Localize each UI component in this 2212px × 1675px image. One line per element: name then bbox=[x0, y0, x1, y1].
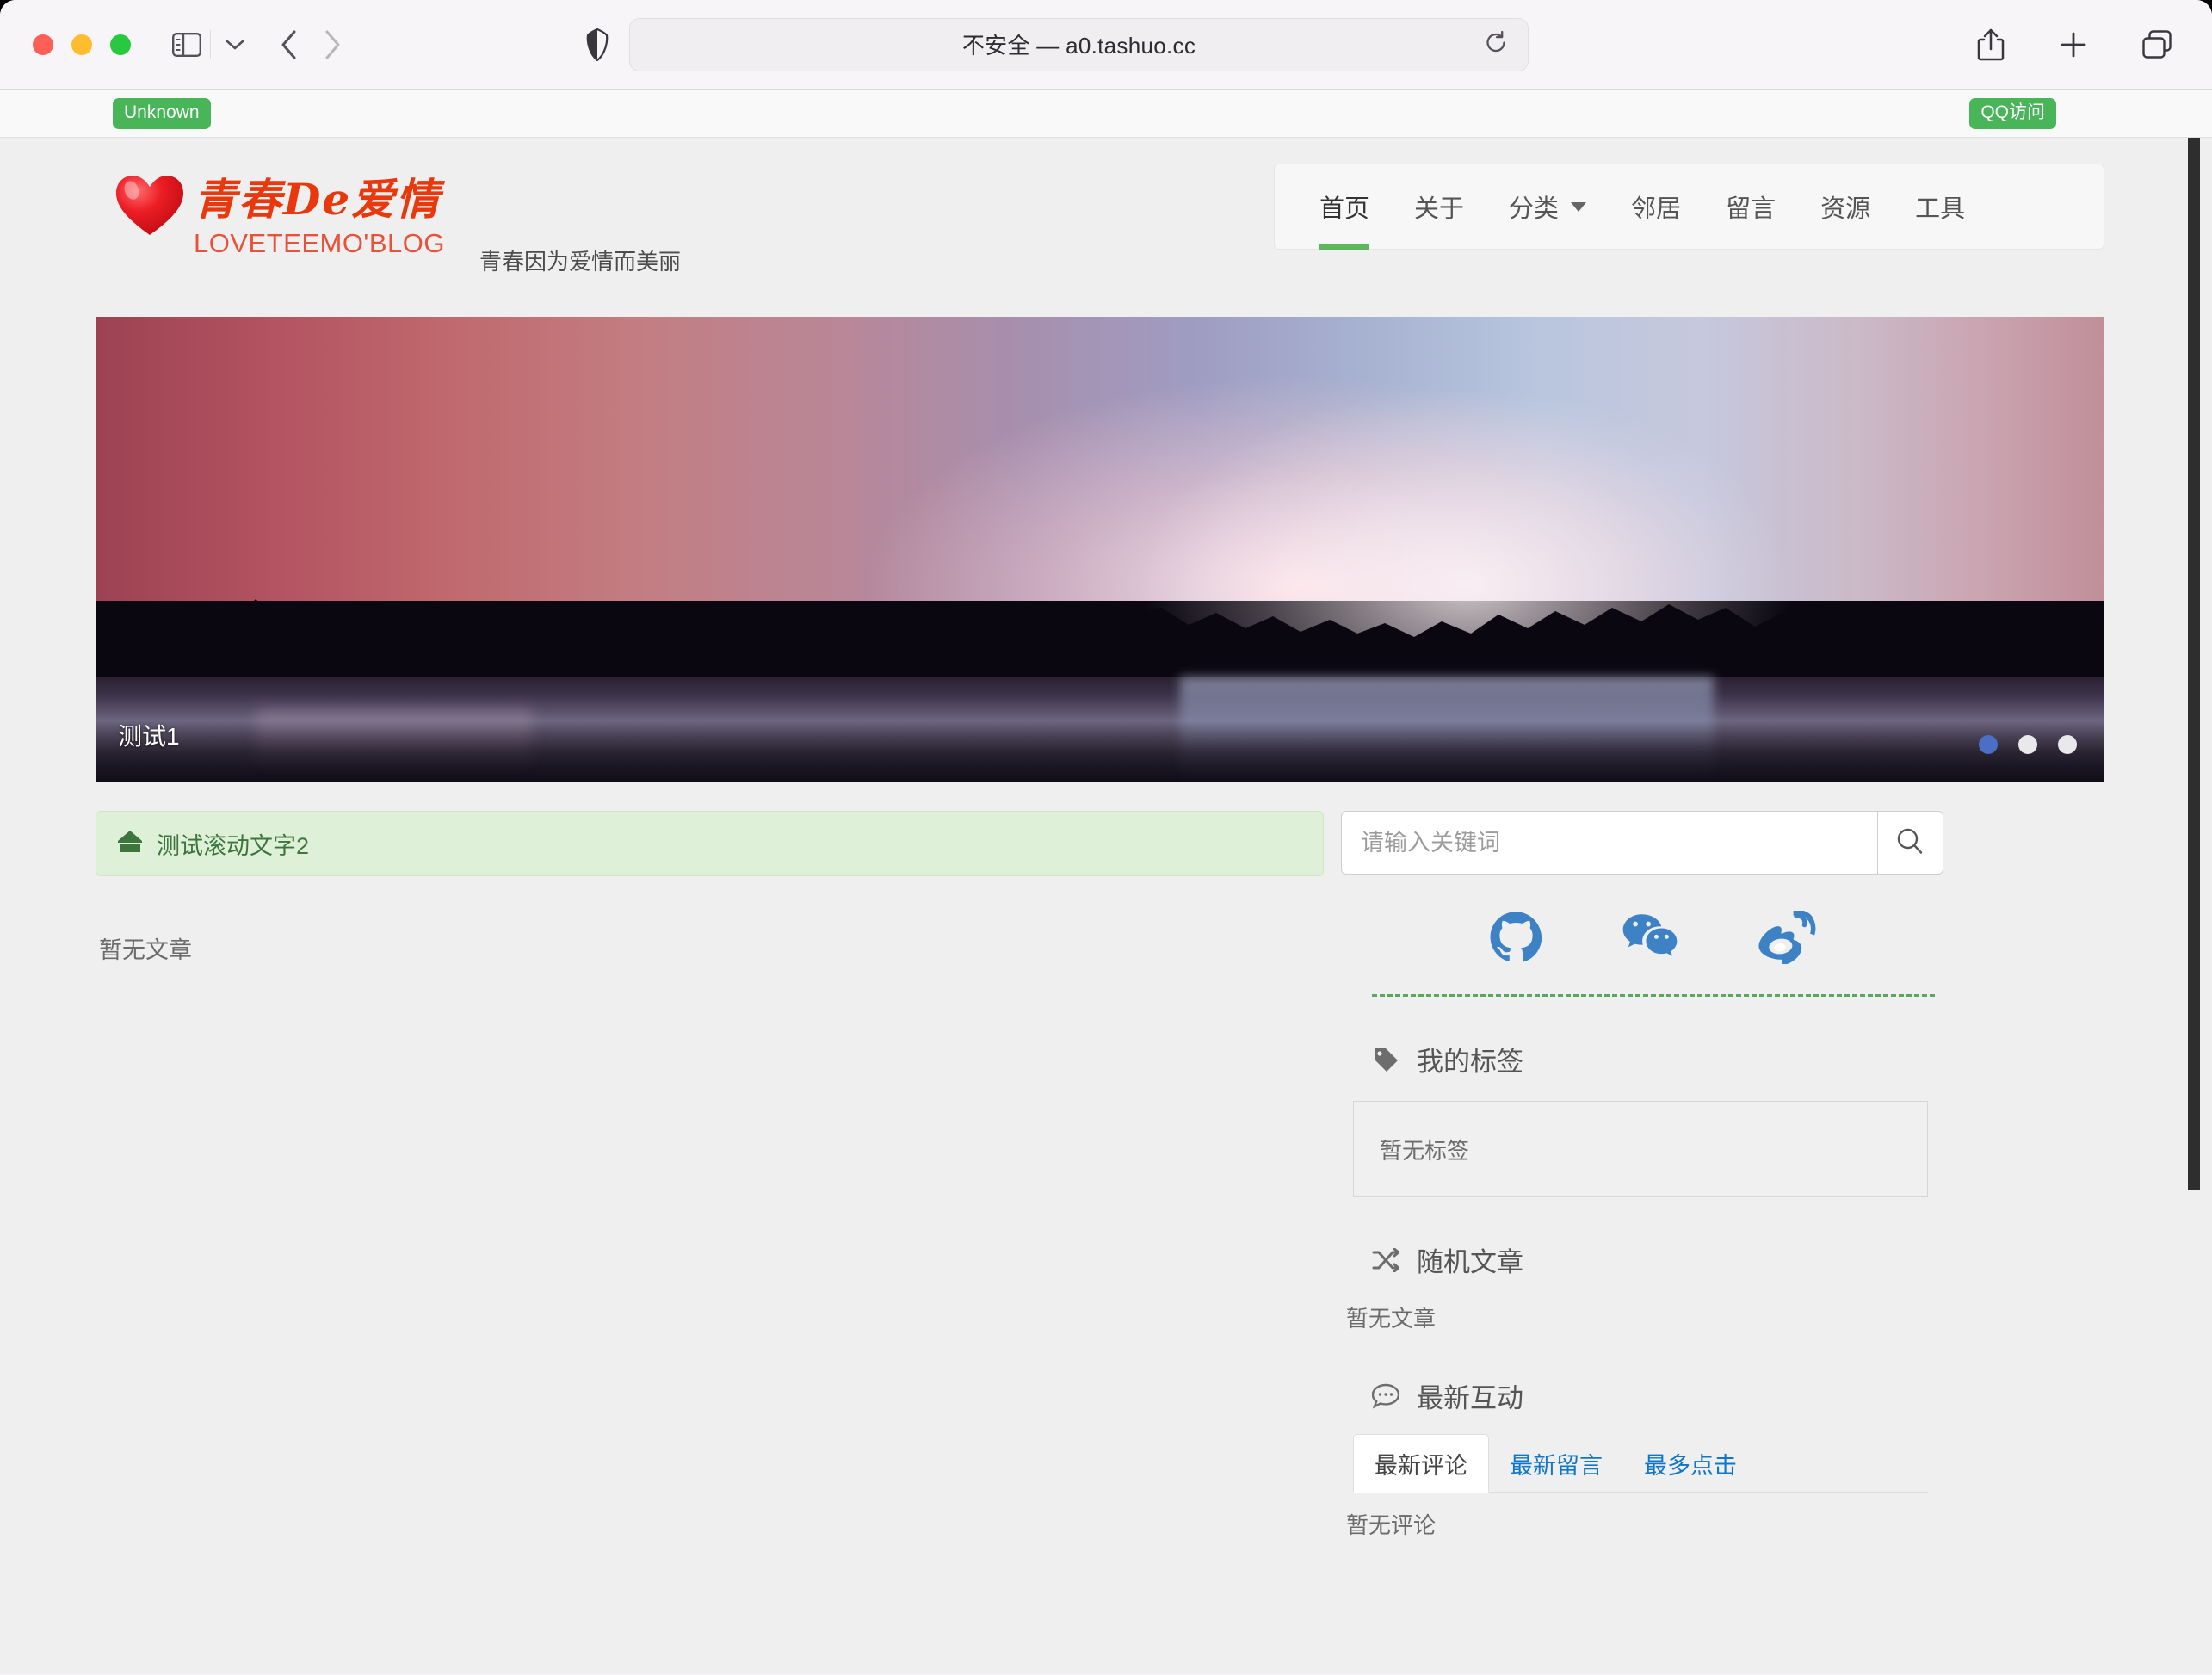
megaphone-icon bbox=[117, 830, 143, 858]
forward-chevron-icon[interactable] bbox=[323, 29, 342, 60]
main-column: 测试滚动文字2 暂无文章 bbox=[96, 811, 1324, 965]
sidebar-column: 我的标签 暂无标签 bbox=[1341, 811, 1943, 1540]
search-icon bbox=[1895, 826, 1925, 860]
carousel-dot-2[interactable] bbox=[2018, 735, 2037, 754]
browser-window: 不安全 — a0.tashuo.cc Unknown QQ访问 青春De爱情 L… bbox=[0, 0, 2212, 1675]
site-header: 青春De爱情 LOVETEEMO'BLOG 青春因为爱情而美丽 首页 关于 分类… bbox=[96, 138, 2104, 310]
nav-label: 分类 bbox=[1509, 195, 1560, 223]
site-tagline: 青春因为爱情而美丽 bbox=[479, 249, 682, 275]
hero-carousel[interactable]: 测试1 bbox=[96, 317, 2104, 782]
share-icon[interactable] bbox=[1976, 28, 2005, 62]
toolbar-actions bbox=[1976, 28, 2172, 62]
carousel-dot-3[interactable] bbox=[2058, 735, 2077, 754]
tab-overview-icon[interactable] bbox=[2141, 29, 2172, 60]
random-section-title: 随机文章 bbox=[1417, 1247, 1523, 1277]
privacy-shield-icon[interactable] bbox=[586, 28, 609, 61]
site-logo[interactable]: 青春De爱情 LOVETEEMO'BLOG bbox=[96, 138, 445, 259]
nav-item-about[interactable]: 关于 bbox=[1414, 164, 1464, 250]
search-button[interactable] bbox=[1876, 811, 1943, 875]
browser-toolbar: 不安全 — a0.tashuo.cc bbox=[0, 0, 2212, 90]
address-bar[interactable]: 不安全 — a0.tashuo.cc bbox=[629, 17, 1529, 71]
content-columns: 测试滚动文字2 暂无文章 请输入关键词 我的标签 暂无标签 随机文章 暂无文章 … bbox=[96, 811, 2104, 1540]
bookmark-qq[interactable]: QQ访问 bbox=[1969, 98, 2056, 130]
tag-icon bbox=[1372, 1046, 1399, 1073]
nav-label: 邻居 bbox=[1631, 195, 1682, 223]
comment-icon bbox=[1372, 1383, 1399, 1409]
reload-icon[interactable] bbox=[1483, 29, 1509, 59]
notice-text: 测试滚动文字2 bbox=[157, 832, 310, 859]
bookmark-unknown[interactable]: Unknown bbox=[113, 98, 211, 130]
tags-box: 暂无标签 bbox=[1353, 1101, 1928, 1197]
url-text: 不安全 — a0.tashuo.cc bbox=[961, 33, 1196, 59]
random-empty-message: 暂无文章 bbox=[1346, 1306, 1437, 1332]
empty-articles-message: 暂无文章 bbox=[99, 937, 192, 963]
page-content: 青春De爱情 LOVETEEMO'BLOG 青春因为爱情而美丽 首页 关于 分类… bbox=[0, 138, 2200, 1674]
random-section-header: 随机文章 bbox=[1372, 1240, 1943, 1279]
toolbar-divider bbox=[210, 29, 211, 59]
nav-label: 资源 bbox=[1820, 195, 1871, 223]
logo-text: 青春De爱情 LOVETEEMO'BLOG bbox=[194, 174, 445, 259]
chevron-down-icon[interactable] bbox=[225, 38, 245, 52]
tags-section-header: 我的标签 bbox=[1372, 1040, 1943, 1079]
back-chevron-icon[interactable] bbox=[280, 29, 299, 60]
sidebar-icon[interactable] bbox=[172, 32, 201, 57]
interaction-section-header: 最新互动 bbox=[1372, 1376, 1943, 1415]
maximize-window-button[interactable] bbox=[110, 34, 131, 55]
nav-label: 首页 bbox=[1319, 195, 1370, 223]
bookmarks-bar: Unknown QQ访问 bbox=[0, 90, 2212, 138]
tags-empty-message: 暂无标签 bbox=[1380, 1137, 1470, 1164]
carousel-water-highlight bbox=[1180, 677, 1715, 782]
page-scrollbar[interactable] bbox=[2188, 138, 2200, 1190]
tab-latest-comments[interactable]: 最新评论 bbox=[1353, 1434, 1489, 1493]
plus-icon[interactable] bbox=[2059, 30, 2088, 59]
nav-item-home[interactable]: 首页 bbox=[1319, 164, 1370, 250]
nav-label: 工具 bbox=[1915, 195, 1966, 223]
logo-title-cn: 青春De爱情 bbox=[194, 174, 442, 225]
heart-icon bbox=[114, 174, 185, 242]
shuffle-icon bbox=[1372, 1247, 1399, 1272]
tab-latest-messages[interactable]: 最新留言 bbox=[1489, 1435, 1623, 1492]
logo-title-en: LOVETEEMO'BLOG bbox=[194, 227, 445, 258]
nav-item-resources[interactable]: 资源 bbox=[1820, 164, 1870, 250]
search-form bbox=[1341, 811, 1943, 875]
nav-item-category[interactable]: 分类 bbox=[1509, 164, 1587, 250]
tags-section-title: 我的标签 bbox=[1417, 1047, 1523, 1077]
nav-item-tools[interactable]: 工具 bbox=[1915, 164, 1965, 250]
nav-item-guestbook[interactable]: 留言 bbox=[1726, 164, 1776, 250]
nav-label: 关于 bbox=[1414, 195, 1465, 223]
carousel-caption: 测试1 bbox=[118, 723, 180, 750]
wechat-icon[interactable] bbox=[1622, 912, 1678, 967]
social-links bbox=[1372, 910, 1935, 997]
tab-most-clicked[interactable]: 最多点击 bbox=[1623, 1435, 1758, 1492]
main-navigation: 首页 关于 分类 邻居 留言 资源 工具 bbox=[1274, 164, 2104, 250]
github-icon[interactable] bbox=[1489, 911, 1542, 968]
notice-bar[interactable]: 测试滚动文字2 bbox=[96, 811, 1324, 876]
nav-label: 留言 bbox=[1726, 195, 1776, 223]
carousel-water-highlight-secondary bbox=[256, 709, 532, 770]
close-window-button[interactable] bbox=[33, 34, 53, 55]
chevron-down-icon bbox=[1571, 201, 1587, 212]
carousel-dot-1[interactable] bbox=[1979, 735, 1998, 754]
nav-item-neighbors[interactable]: 邻居 bbox=[1631, 164, 1681, 250]
page-viewport: 青春De爱情 LOVETEEMO'BLOG 青春因为爱情而美丽 首页 关于 分类… bbox=[0, 138, 2212, 1674]
comments-empty-message: 暂无评论 bbox=[1346, 1512, 1437, 1538]
weibo-icon[interactable] bbox=[1758, 910, 1818, 968]
window-controls bbox=[33, 34, 131, 55]
interaction-tabs: 最新评论 最新留言 最多点击 bbox=[1353, 1434, 1928, 1493]
minimize-window-button[interactable] bbox=[71, 34, 92, 55]
interaction-section-title: 最新互动 bbox=[1417, 1383, 1523, 1413]
search-input[interactable] bbox=[1341, 811, 1877, 875]
carousel-dots bbox=[1979, 735, 2077, 754]
